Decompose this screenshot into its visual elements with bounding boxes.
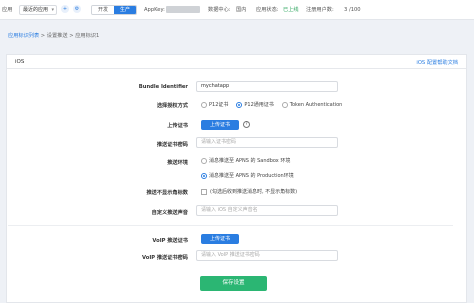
- environment-toggle[interactable]: 开发 生产: [91, 5, 137, 15]
- auth-method-label: 选择授权方式: [156, 103, 188, 109]
- appkey-value-masked: [166, 6, 200, 13]
- appkey-label: AppKey:: [144, 7, 165, 13]
- hide-badge-checkbox-label: (勾选后收到推送消息时, 不显示角标数): [210, 189, 298, 195]
- help-icon[interactable]: ?: [243, 121, 250, 128]
- voip-password-input[interactable]: 请输入 VoIP 推送证书密码: [196, 250, 338, 261]
- env-prod-button[interactable]: 生产: [114, 6, 136, 14]
- auth-method-radio-group: P12证书 P12通用证书 Token Authentication: [201, 101, 342, 108]
- auth-option-token[interactable]: Token Authentication: [281, 101, 343, 108]
- custom-sound-input[interactable]: 请输入 iOS 自定义声音名: [196, 205, 338, 216]
- app-status-value: 已上线: [283, 7, 299, 13]
- push-environment-label: 推送环境: [167, 160, 188, 166]
- cert-password-label: 推送证书密码: [156, 142, 188, 148]
- app-label: 应用: [2, 7, 13, 13]
- registered-users-label: 注册用户数:: [306, 7, 334, 13]
- breadcrumb-separator: >: [39, 33, 47, 39]
- voip-password-label: VoIP 推送证书密码: [142, 255, 188, 261]
- radio-icon: [201, 157, 207, 164]
- breadcrumb: 应用标识列表 > 设置推送 > 应用标识1: [8, 32, 99, 39]
- radio-selected-icon: [236, 101, 243, 108]
- gear-icon[interactable]: ⚙: [73, 5, 81, 13]
- plus-icon[interactable]: +: [61, 5, 69, 13]
- cert-password-input[interactable]: 请输入证书密码: [196, 137, 338, 148]
- ios-help-doc-link[interactable]: iOS 配置帮助文档: [416, 59, 458, 66]
- env-option-sandbox[interactable]: 消息推送至 APNS 的 Sandbox 环境: [201, 157, 290, 164]
- breadcrumb-app-list[interactable]: 应用标识列表: [8, 33, 39, 39]
- hide-badge-checkbox[interactable]: (勾选后收到推送消息时, 不显示角标数): [201, 188, 297, 195]
- save-settings-button[interactable]: 保存设置: [200, 276, 267, 291]
- upload-cert-button[interactable]: 上传证书: [201, 120, 239, 130]
- bundle-identifier-label: Bundle Identifier: [138, 84, 188, 90]
- card-title: iOS: [15, 59, 25, 65]
- voip-upload-cert-button[interactable]: 上传证书: [201, 234, 239, 244]
- custom-sound-label: 自定义推送声音: [151, 210, 188, 216]
- voip-cert-label: VoIP 推送证书: [152, 238, 188, 244]
- app-status-label: 应用状态:: [256, 7, 279, 13]
- env-dev-button[interactable]: 开发: [92, 6, 114, 14]
- auth-option-label: Token Authentication: [289, 101, 343, 108]
- datacenter-label: 数据中心:: [208, 7, 231, 13]
- checkbox-icon: [201, 188, 207, 195]
- breadcrumb-push-settings[interactable]: 设置推送: [47, 33, 68, 39]
- env-option-label: 消息推送至 APNS 的 Production环境: [209, 173, 294, 179]
- auth-option-p12-universal[interactable]: P12通用证书: [236, 101, 274, 108]
- datacenter-value: 国内: [236, 7, 247, 13]
- hide-badge-label: 推送不显示角标数: [146, 190, 188, 196]
- radio-selected-icon: [201, 172, 207, 179]
- radio-icon: [201, 101, 207, 108]
- breadcrumb-current: 应用标识1: [75, 33, 100, 39]
- registered-users-value: 3 /100: [344, 7, 361, 13]
- section-divider: [8, 225, 453, 226]
- chevron-down-icon: ▾: [51, 7, 54, 13]
- env-option-production[interactable]: 消息推送至 APNS 的 Production环境: [201, 172, 294, 179]
- radio-icon: [281, 101, 288, 108]
- app-select[interactable]: 最近的应用 ▾: [19, 5, 57, 15]
- auth-option-label: P12通用证书: [244, 102, 274, 108]
- app-select-value: 最近的应用: [23, 7, 49, 13]
- auth-option-label: P12证书: [209, 102, 229, 108]
- upload-cert-label: 上传证书: [167, 123, 188, 129]
- env-option-label: 消息推送至 APNS 的 Sandbox 环境: [209, 158, 291, 164]
- top-bar: 应用 最近的应用 ▾ + ⚙ 开发 生产 AppKey: 数据中心: 国内 应用…: [0, 0, 474, 20]
- card-header: iOS iOS 配置帮助文档: [7, 55, 466, 69]
- auth-option-p12[interactable]: P12证书: [201, 101, 228, 108]
- bundle-identifier-input[interactable]: mychatapp: [196, 81, 338, 92]
